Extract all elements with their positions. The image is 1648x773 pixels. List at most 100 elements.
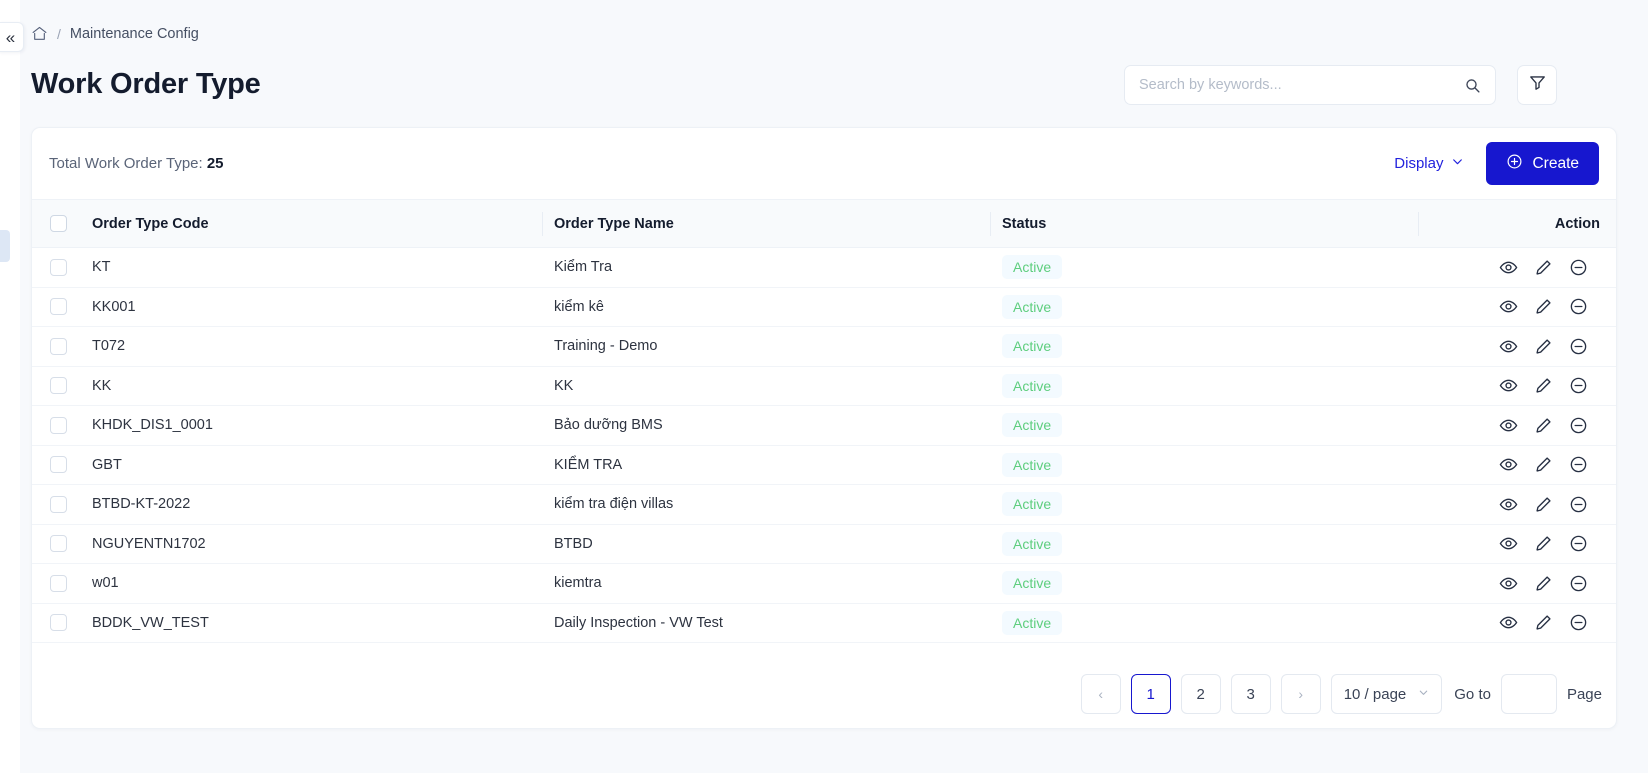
row-checkbox[interactable] — [50, 575, 67, 592]
display-dropdown[interactable]: Display — [1394, 155, 1464, 172]
deactivate-action[interactable] — [1569, 258, 1588, 277]
column-header-action: Action — [1418, 200, 1617, 248]
deactivate-action[interactable] — [1569, 337, 1588, 356]
cell-order-type-code: BTBD-KT-2022 — [80, 485, 542, 525]
chevron-down-icon — [1451, 155, 1464, 172]
deactivate-action[interactable] — [1569, 534, 1588, 553]
view-action[interactable] — [1499, 574, 1518, 593]
edit-action[interactable] — [1534, 534, 1553, 553]
deactivate-action[interactable] — [1569, 416, 1588, 435]
cell-order-type-name: Training - Demo — [542, 327, 990, 367]
filter-button[interactable] — [1517, 65, 1557, 105]
view-action[interactable] — [1499, 376, 1518, 395]
row-select-cell — [32, 524, 80, 564]
edit-action[interactable] — [1534, 337, 1553, 356]
table-toolbar: Total Work Order Type: 25 Display Create — [32, 128, 1616, 199]
page-suffix-label: Page — [1567, 686, 1602, 703]
total-count-label: Total Work Order Type: 25 — [49, 155, 224, 172]
edit-action[interactable] — [1534, 297, 1553, 316]
deactivate-action[interactable] — [1569, 574, 1588, 593]
pagination-next-button[interactable]: › — [1281, 674, 1321, 714]
goto-page-input[interactable] — [1501, 674, 1557, 714]
goto-label: Go to — [1454, 686, 1491, 703]
cell-order-type-name: Kiểm Tra — [542, 248, 990, 288]
table-body: KTKiểm TraActiveKK001kiểm kêActiveT072Tr… — [32, 248, 1617, 643]
sidebar-collapse-button[interactable]: « — [0, 22, 24, 52]
row-checkbox[interactable] — [50, 377, 67, 394]
create-label: Create — [1532, 155, 1579, 173]
table-header: Order Type Code Order Type Name Status A… — [32, 200, 1617, 248]
cell-order-type-code: KK001 — [80, 287, 542, 327]
search-input[interactable] — [1139, 77, 1464, 93]
pagination-page-1[interactable]: 1 — [1131, 674, 1171, 714]
view-action[interactable] — [1499, 495, 1518, 514]
view-action[interactable] — [1499, 613, 1518, 632]
table-row[interactable]: KKKKActive — [32, 366, 1617, 406]
cell-actions — [1418, 327, 1617, 367]
create-button[interactable]: Create — [1486, 142, 1599, 185]
deactivate-action[interactable] — [1569, 455, 1588, 474]
row-checkbox[interactable] — [50, 456, 67, 473]
cell-status: Active — [990, 485, 1418, 525]
edit-action[interactable] — [1534, 574, 1553, 593]
status-badge: Active — [1002, 295, 1062, 319]
table-row[interactable]: T072Training - DemoActive — [32, 327, 1617, 367]
edit-action[interactable] — [1534, 455, 1553, 474]
page-title: Work Order Type — [31, 68, 261, 101]
cell-order-type-code: KHDK_DIS1_0001 — [80, 406, 542, 446]
pagination-page-2[interactable]: 2 — [1181, 674, 1221, 714]
column-header-name[interactable]: Order Type Name — [542, 200, 990, 248]
edit-action[interactable] — [1534, 613, 1553, 632]
view-action[interactable] — [1499, 416, 1518, 435]
deactivate-action[interactable] — [1569, 613, 1588, 632]
deactivate-action[interactable] — [1569, 376, 1588, 395]
view-action[interactable] — [1499, 258, 1518, 277]
page-size-label: 10 / page — [1344, 686, 1407, 703]
home-icon[interactable] — [31, 25, 48, 42]
cell-actions — [1418, 366, 1617, 406]
content-card: Total Work Order Type: 25 Display Create — [31, 127, 1617, 729]
page-size-select[interactable]: 10 / page — [1331, 674, 1443, 714]
status-badge: Active — [1002, 492, 1062, 516]
column-header-status[interactable]: Status — [990, 200, 1418, 248]
view-action[interactable] — [1499, 337, 1518, 356]
row-select-cell — [32, 248, 80, 288]
table-row[interactable]: w01kiemtraActive — [32, 564, 1617, 604]
total-value: 25 — [207, 155, 224, 172]
status-badge: Active — [1002, 334, 1062, 358]
row-select-cell — [32, 287, 80, 327]
edit-action[interactable] — [1534, 258, 1553, 277]
deactivate-action[interactable] — [1569, 495, 1588, 514]
row-checkbox[interactable] — [50, 535, 67, 552]
row-checkbox[interactable] — [50, 417, 67, 434]
pagination-page-3[interactable]: 3 — [1231, 674, 1271, 714]
select-all-checkbox[interactable] — [50, 215, 67, 232]
table-row[interactable]: BTBD-KT-2022kiểm tra điện villasActive — [32, 485, 1617, 525]
search-box[interactable] — [1124, 65, 1496, 105]
deactivate-action[interactable] — [1569, 297, 1588, 316]
view-action[interactable] — [1499, 534, 1518, 553]
table-row[interactable]: GBTKIỂM TRAActive — [32, 445, 1617, 485]
row-checkbox[interactable] — [50, 298, 67, 315]
row-checkbox[interactable] — [50, 496, 67, 513]
table-row[interactable]: KK001kiểm kêActive — [32, 287, 1617, 327]
search-icon[interactable] — [1464, 77, 1481, 94]
table-row[interactable]: KHDK_DIS1_0001Bảo dưỡng BMSActive — [32, 406, 1617, 446]
view-action[interactable] — [1499, 455, 1518, 474]
row-select-cell — [32, 366, 80, 406]
edit-action[interactable] — [1534, 416, 1553, 435]
table-row[interactable]: BDDK_VW_TESTDaily Inspection - VW TestAc… — [32, 603, 1617, 643]
breadcrumb-current[interactable]: Maintenance Config — [70, 26, 199, 42]
pagination-prev-button[interactable]: ‹ — [1081, 674, 1121, 714]
table-row[interactable]: NGUYENTN1702BTBDActive — [32, 524, 1617, 564]
edit-action[interactable] — [1534, 495, 1553, 514]
row-checkbox[interactable] — [50, 614, 67, 631]
row-checkbox[interactable] — [50, 338, 67, 355]
column-header-code[interactable]: Order Type Code — [80, 200, 542, 248]
table-row[interactable]: KTKiểm TraActive — [32, 248, 1617, 288]
row-select-cell — [32, 603, 80, 643]
view-action[interactable] — [1499, 297, 1518, 316]
cell-status: Active — [990, 287, 1418, 327]
row-checkbox[interactable] — [50, 259, 67, 276]
edit-action[interactable] — [1534, 376, 1553, 395]
